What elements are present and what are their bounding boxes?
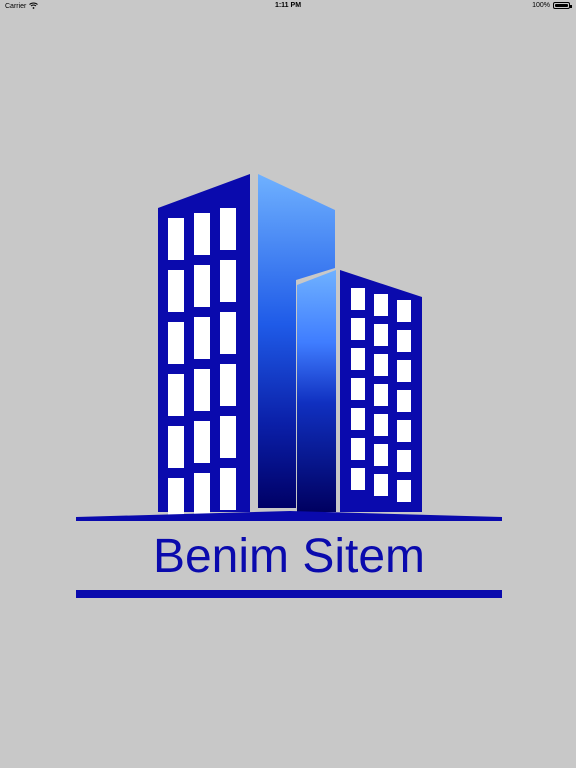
window (194, 473, 210, 515)
window (374, 354, 388, 376)
window (351, 468, 365, 490)
window (397, 360, 411, 382)
window (168, 478, 184, 520)
window (194, 213, 210, 255)
buildings-logo (76, 174, 502, 598)
window (351, 438, 365, 460)
underline (76, 590, 502, 598)
window (374, 294, 388, 316)
window (168, 374, 184, 416)
brand-name: Benim Sitem (152, 530, 426, 583)
window (220, 260, 236, 302)
window (351, 348, 365, 370)
window (397, 390, 411, 412)
window (351, 378, 365, 400)
window (397, 300, 411, 322)
window (194, 369, 210, 411)
window (168, 322, 184, 364)
window (220, 416, 236, 458)
ground-line (76, 511, 502, 521)
window (397, 450, 411, 472)
window (220, 364, 236, 406)
window (168, 426, 184, 468)
window (194, 317, 210, 359)
window (374, 444, 388, 466)
window (351, 318, 365, 340)
left-building (158, 174, 250, 520)
window (351, 408, 365, 430)
window (168, 270, 184, 312)
window (351, 288, 365, 310)
window (397, 420, 411, 442)
right-building (340, 270, 422, 512)
window (374, 324, 388, 346)
window (397, 480, 411, 502)
window (374, 474, 388, 496)
window (168, 218, 184, 260)
window (194, 421, 210, 463)
window (397, 330, 411, 352)
window (194, 265, 210, 307)
window (374, 414, 388, 436)
middle-tower (297, 270, 336, 512)
window (220, 208, 236, 250)
window (220, 312, 236, 354)
window (374, 384, 388, 406)
window (220, 468, 236, 510)
